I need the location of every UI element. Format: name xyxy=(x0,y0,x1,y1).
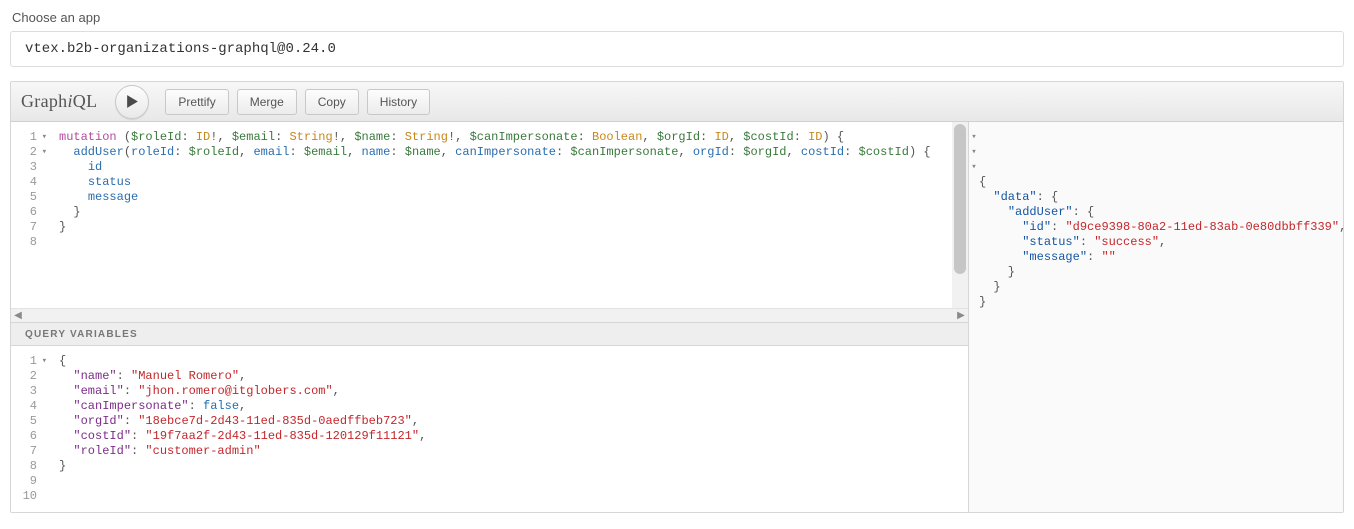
merge-button[interactable]: Merge xyxy=(237,89,297,115)
graphiql-logo-text: Graph xyxy=(21,91,67,111)
query-editor[interactable]: 1▾2▾345678 mutation ($roleId: ID!, $emai… xyxy=(11,122,968,308)
result-fold-gutter: ▾▾▾ xyxy=(969,130,979,265)
query-variables-code[interactable]: { "name": "Manuel Romero", "email": "jho… xyxy=(43,346,968,512)
graphiql-container: GraphiQL Prettify Merge Copy History 1▾2… xyxy=(10,81,1344,513)
result-code: { "data": { "addUser": { "id": "d9ce9398… xyxy=(979,175,1337,310)
play-icon xyxy=(126,94,139,109)
scroll-left-icon[interactable]: ◀ xyxy=(11,309,25,322)
graphiql-logo: GraphiQL xyxy=(21,91,97,112)
graphiql-toolbar: GraphiQL Prettify Merge Copy History xyxy=(11,82,1343,122)
query-variables-editor[interactable]: 1▾2345678910 { "name": "Manuel Romero", … xyxy=(11,346,968,512)
copy-button[interactable]: Copy xyxy=(305,89,359,115)
result-viewer[interactable]: ▾▾▾ { "data": { "addUser": { "id": "d9ce… xyxy=(969,122,1343,348)
query-horizontal-scrollbar[interactable]: ◀ ▶ xyxy=(11,308,968,322)
result-column: ▾▾▾ { "data": { "addUser": { "id": "d9ce… xyxy=(969,122,1343,512)
app-select-input[interactable] xyxy=(10,31,1344,67)
scrollbar-thumb[interactable] xyxy=(954,124,966,274)
query-code[interactable]: mutation ($roleId: ID!, $email: String!,… xyxy=(43,122,952,308)
graphiql-logo-text-suffix: QL xyxy=(73,91,98,111)
prettify-button[interactable]: Prettify xyxy=(165,89,228,115)
query-variables-header[interactable]: Query Variables xyxy=(11,322,968,346)
query-vertical-scrollbar[interactable] xyxy=(952,122,968,308)
editor-column: 1▾2▾345678 mutation ($roleId: ID!, $emai… xyxy=(11,122,969,512)
history-button[interactable]: History xyxy=(367,89,430,115)
scroll-right-icon[interactable]: ▶ xyxy=(954,309,968,322)
choose-app-label: Choose an app xyxy=(12,10,1344,25)
execute-button[interactable] xyxy=(115,85,149,119)
query-gutter: 1▾2▾345678 xyxy=(11,122,43,308)
graphiql-panels: 1▾2▾345678 mutation ($roleId: ID!, $emai… xyxy=(11,122,1343,512)
query-variables-gutter: 1▾2345678910 xyxy=(11,346,43,512)
